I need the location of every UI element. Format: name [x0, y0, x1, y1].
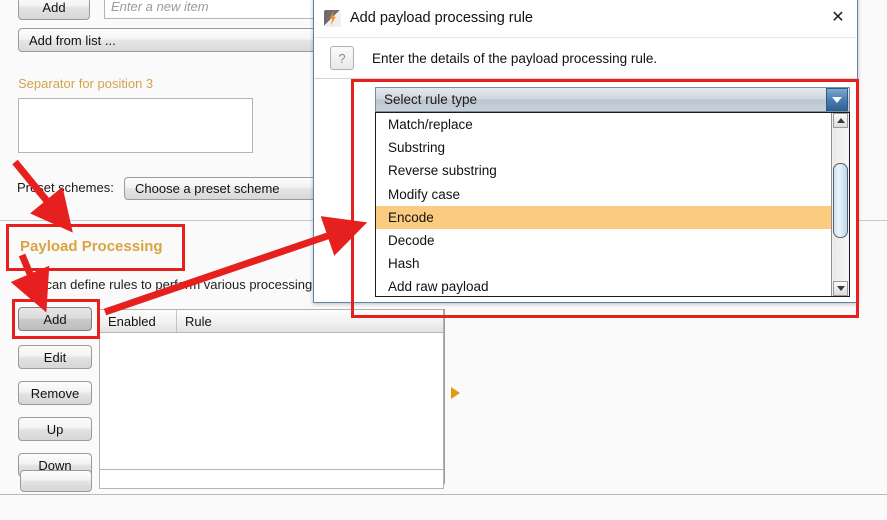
preset-schemes-label: Preset schemes: [17, 180, 114, 195]
burp-bolt-icon [324, 9, 341, 27]
screen: Add Enter a new item Add from list ... S… [0, 0, 887, 520]
column-header-enabled[interactable]: Enabled [100, 310, 177, 332]
separator-label: Separator for position 3 [18, 76, 154, 91]
new-item-placeholder: Enter a new item [111, 0, 209, 14]
panel-split-line [444, 309, 445, 484]
section-divider-bottom [0, 494, 887, 495]
add-item-button[interactable]: Add [18, 0, 90, 20]
close-icon[interactable]: ✕ [829, 9, 847, 27]
annotation-box-add-button [12, 299, 100, 339]
rule-remove-button[interactable]: Remove [18, 381, 92, 405]
rule-up-button[interactable]: Up [18, 417, 92, 441]
payload-processing-description: You can define rules to perform various … [20, 277, 313, 292]
separator-textarea[interactable] [18, 98, 253, 153]
help-icon[interactable]: ? [330, 46, 354, 70]
expand-triangle-icon[interactable] [451, 387, 460, 399]
dialog-title-bar: Add payload processing rule ✕ [314, 0, 857, 37]
dialog-title: Add payload processing rule [350, 10, 533, 26]
bottom-text-field[interactable] [99, 469, 444, 489]
rule-edit-button[interactable]: Edit [18, 345, 92, 369]
rules-table: Enabled Rule [99, 309, 444, 479]
add-from-list-button[interactable]: Add from list ... [18, 28, 318, 52]
dialog-instruction-text: Enter the details of the payload process… [372, 50, 658, 66]
annotation-box-dropdown [351, 79, 859, 318]
annotation-box-payload-processing [6, 224, 185, 271]
dialog-instruction-bar: ? Enter the details of the payload proce… [314, 37, 857, 79]
bottom-action-button[interactable] [20, 470, 92, 492]
